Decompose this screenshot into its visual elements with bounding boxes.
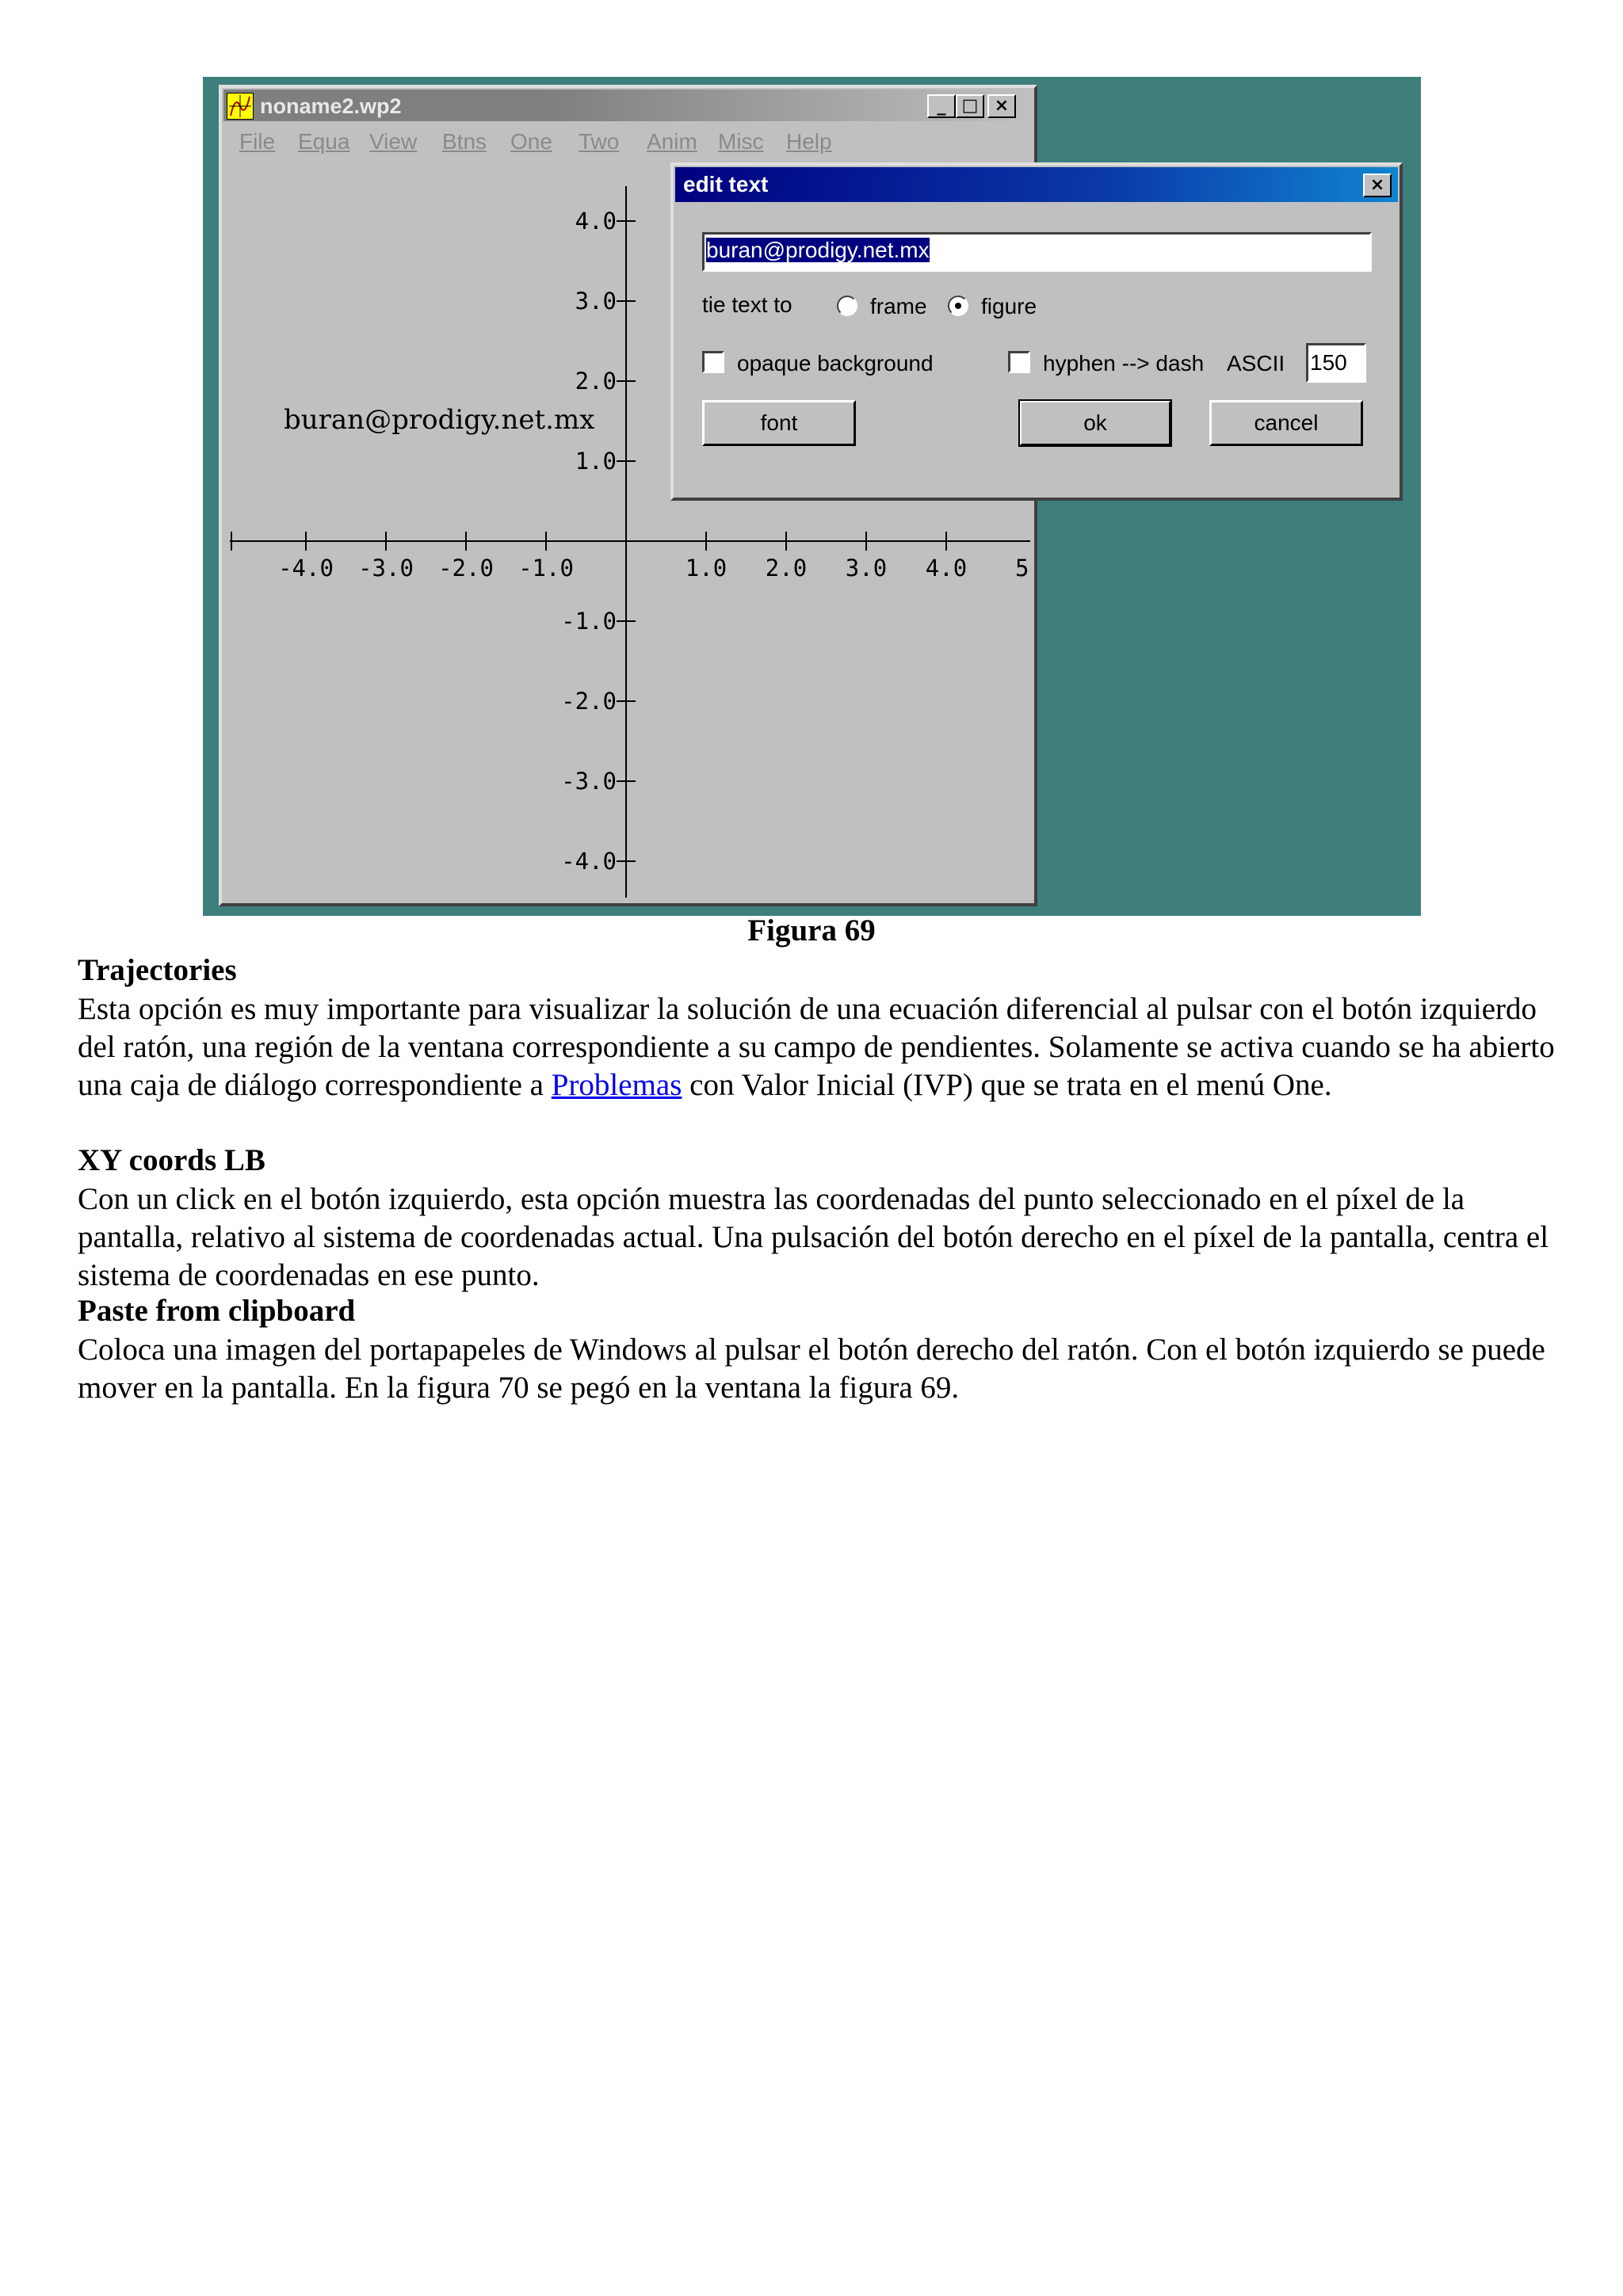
y-tick-label: 4.0	[575, 208, 617, 235]
edit-text-dialog: edit text × buran@prodigy.net.mx tie tex…	[670, 162, 1403, 501]
ascii-input[interactable]: 150	[1306, 343, 1366, 383]
y-tick-label: 2.0	[575, 368, 617, 395]
text-input[interactable]: buran@prodigy.net.mx	[702, 232, 1372, 272]
dialog-titlebar[interactable]: edit text ×	[675, 167, 1398, 202]
paragraph-paste-clipboard: Coloca una imagen del portapapeles de Wi…	[78, 1333, 1545, 1405]
paragraph-trajectories: Esta opción es muy importante para visua…	[78, 990, 1568, 1104]
plot-annotation[interactable]: buran@prodigy.net.mx	[284, 404, 594, 436]
y-tick-label: 1.0	[575, 448, 617, 475]
opaque-background-checkbox[interactable]	[702, 351, 724, 373]
heading-trajectories: Trajectories	[78, 953, 237, 987]
hyphen-dash-checkbox[interactable]	[1008, 351, 1030, 373]
close-icon: ×	[1369, 175, 1385, 195]
paragraph-xy-coords: Con un click en el botón izquierdo, esta…	[78, 1182, 1549, 1292]
figure-caption: Figura 69	[747, 913, 876, 948]
y-tick-label: -4.0	[561, 848, 617, 875]
x-tick-label: -4.0	[278, 555, 334, 582]
x-tick-label: 5.	[1015, 555, 1034, 582]
font-button[interactable]: font	[702, 400, 856, 446]
cancel-button[interactable]: cancel	[1209, 400, 1363, 446]
x-tick-label: -1.0	[518, 555, 574, 582]
dialog-close-button[interactable]: ×	[1363, 174, 1392, 197]
ascii-label: ASCII	[1227, 351, 1285, 376]
text-input-value: buran@prodigy.net.mx	[706, 238, 930, 262]
x-tick-label: 3.0	[846, 555, 887, 582]
problemas-link[interactable]: Problemas	[552, 1068, 682, 1102]
ok-button[interactable]: ok	[1018, 399, 1172, 447]
heading-xy-coords: XY coords LB	[78, 1143, 265, 1177]
x-tick-label: -2.0	[438, 555, 494, 582]
opaque-background-label[interactable]: opaque background	[737, 351, 934, 376]
radio-frame[interactable]	[837, 296, 857, 316]
figure-screenshot: noname2.wp2 _ □ × File Equa View Btns On…	[203, 77, 1421, 916]
y-tick-label: -2.0	[561, 688, 617, 715]
radio-figure[interactable]	[948, 296, 968, 316]
paragraph-text: con Valor Inicial (IVP) que se trata en …	[682, 1067, 1332, 1102]
hyphen-dash-label[interactable]: hyphen --> dash	[1043, 351, 1204, 376]
y-tick-label: -1.0	[561, 608, 617, 635]
tie-text-label: tie text to	[702, 292, 792, 317]
radio-figure-label[interactable]: figure	[981, 294, 1037, 319]
y-tick-label: 3.0	[575, 288, 617, 315]
heading-paste-clipboard: Paste from clipboard	[78, 1294, 356, 1328]
radio-frame-label[interactable]: frame	[870, 294, 927, 319]
x-tick-label: 4.0	[926, 555, 967, 582]
y-tick-label: -3.0	[561, 768, 617, 795]
dialog-title: edit text	[683, 172, 769, 196]
x-tick-label: 2.0	[766, 555, 807, 582]
x-tick-label: -3.0	[358, 555, 414, 582]
x-tick-label: 1.0	[685, 555, 727, 582]
